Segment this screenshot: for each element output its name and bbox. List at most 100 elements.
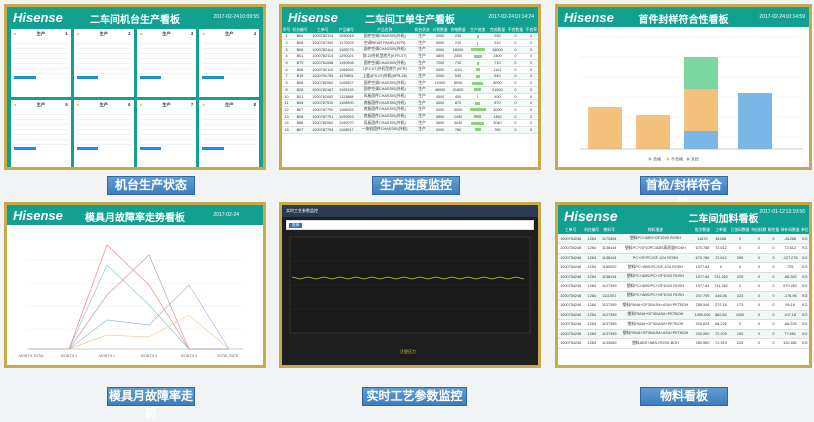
table-cell: 1000761008 [309, 59, 337, 67]
table-cell: 48000 [431, 86, 450, 94]
progress-bar [475, 68, 480, 72]
table-cell: 16000 [449, 46, 468, 54]
table-row[interactable]: 8 B08 1000782062 1105927 固件空调CHASSIS(外机) 生产 12… [282, 79, 538, 87]
panel-mold-failure-trend[interactable]: Hisense 模具月故障率走势看板 2017-02-24 MONTH TOTA… [4, 202, 266, 368]
table-cell: 0 [767, 300, 780, 311]
table-cell: 0 [767, 234, 780, 244]
table-cell: 258.946 [692, 300, 713, 311]
table-cell: KG [800, 243, 809, 254]
table-cell: B88 [291, 119, 310, 128]
table-row[interactable]: 1000754246 1284 1133069 塑料ABS+ABS-ROSH-BOH 2… [558, 338, 809, 349]
caption-mold-trend: 模具月故障率走势 [107, 387, 195, 420]
table-row[interactable]: 1000754246 1284 1127399 塑料PANA+GF30/ASA+ASA… [558, 300, 809, 311]
machine-card[interactable]: ● 生产 2 [73, 29, 134, 97]
machine-card[interactable]: ● 生产 1 [11, 29, 71, 97]
table-row[interactable]: 10 B21 1000782062 1113888 风板固件CHASSIS(外机) 生产 4… [282, 93, 538, 101]
table-cell: 0 [524, 119, 538, 128]
panel-production-progress[interactable]: Hisense 二车间工单生产看板 2017-02-24 10:14:24 序号… [279, 4, 541, 170]
table-cell: 1190908 [336, 59, 357, 67]
table-cell: 1000787390 [309, 39, 337, 47]
table-row[interactable]: 7 B19 1000791753 1170891 上盖/(FX-07)外机(KFR-26… [282, 73, 538, 81]
table-cell: 1284 [583, 243, 601, 254]
table-cell: 1090.000 [692, 310, 713, 320]
panel-date: 2017-02-24 [213, 212, 239, 218]
panel-machine-status[interactable]: Hisense 二车间机台生产看板 2017-02-24 10:09:55 ● 生… [4, 4, 266, 170]
table-cell: 生产 [413, 53, 432, 61]
table-cell: 1450 [449, 113, 468, 121]
table-row[interactable]: 1000754246 1284 1137399 塑料PANA+GF30/ASA+PET… [558, 319, 809, 330]
machine-card[interactable]: ● 生产 5 [11, 100, 71, 167]
table-cell: KG [800, 281, 809, 292]
query-button[interactable]: 查询 [289, 223, 303, 228]
table-cell: 0 [750, 300, 768, 311]
table-row[interactable]: 5 B79 1000761008 1190908 固件空调CHASSIS(外机) 生产 72… [282, 59, 538, 67]
table-row[interactable]: 2 B08 1000787390 1172003 空调REAR PANEL(KFR) 生产… [282, 39, 538, 47]
column-header: 机台状态 [413, 27, 432, 33]
machine-card[interactable]: ● 生产 6 [73, 100, 134, 167]
table-row[interactable]: 1000754246 1284 1127399 塑料PC+ABS/PC+GF10V0 … [558, 281, 809, 292]
machine-status: 生产 [99, 102, 108, 107]
table-cell: 1137399 [600, 319, 619, 330]
table-row[interactable]: 1000754246 1284 1138144 PC+GF/PC/GF-10V ROS… [558, 253, 809, 263]
table-cell: 0 [524, 126, 538, 134]
progress-cell [467, 53, 489, 61]
table-row[interactable]: 1000754246 1284 1138144 塑料PC+ABS/PC+GF10V0 … [558, 272, 809, 282]
table-row[interactable]: 15 B07 1000787793 1108917 一体机固件CHASSIS(外机) 生产… [282, 126, 538, 134]
panel-date: 2017-02-24 [488, 14, 514, 20]
table-cell: 0 [506, 106, 525, 114]
table-row[interactable]: 1 B04 1000782114 1290019 固件空调CHASSIS(外机) 生产 20… [282, 33, 538, 41]
table-cell: 72.612 [712, 243, 730, 254]
panel-material-board[interactable]: Hisense 二车间加料看板 2017-01-12 13:19:56 工单号机… [555, 202, 812, 368]
table-row[interactable]: 13 B08 1000787791 1190053 底板固件CHASSIS(外机) 生产 3… [282, 113, 538, 121]
table-cell: 0 [750, 272, 768, 282]
table-row[interactable]: 1000754246 1284 1111001 塑料PC+ABS/PC+GF10V0 … [558, 291, 809, 301]
table-row[interactable]: 4 B01 1000782114 1290021 前-20外机型底片(KFR-07) 生产… [282, 53, 538, 61]
table-row[interactable]: 1000754246 1284 1127399 塑料PANA+GF30/ASA+PET… [558, 310, 809, 320]
machine-card[interactable]: ● 生产 8 [199, 100, 259, 167]
machine-card[interactable]: ● 生产 4 [199, 29, 259, 97]
table-row[interactable]: 1000754246 1284 1137399 塑料PANA+GF30/ASA+ASA… [558, 329, 809, 339]
table-cell: 0 [729, 319, 751, 330]
table-cell: -176.96 [779, 291, 801, 301]
table-cell: 塑料PANA+GF30/ASA+ASA+PETBOH [618, 329, 693, 339]
table-cell: 1000754246 [558, 291, 584, 301]
table-cell: 272.18 [712, 300, 730, 311]
machine-card[interactable]: ● 生产 7 [136, 100, 197, 167]
table-row[interactable]: 1000754246 1284 1138144 塑料PC+GF10PC/ABS高质量R… [558, 243, 809, 254]
panel-time: 13:19:56 [785, 209, 805, 215]
table-row[interactable]: 9 B28 1000782167 1105193 固件空调CHASSIS(外机) 生产 48… [282, 86, 538, 94]
table-cell: KG [800, 253, 809, 263]
table-cell: 塑料PANA+GF30/ASA+ASA+PETBOH [618, 300, 693, 311]
table-cell: 1172003 [336, 39, 357, 47]
column-header: 物料描述 [618, 227, 693, 234]
work-order-table: 序号 机台编号 工单号 产品编号 产品名称 机台状态 计划数量 合格数量 生产进度 完成数量 不良数… [282, 27, 538, 134]
table-row[interactable]: 1000754246 1284 1180022 塑料PC+ABS/PC/GF-10V … [558, 262, 809, 273]
machine-card[interactable]: ● 生产 3 [136, 29, 197, 97]
table-row[interactable]: 12 B07 1000787790 1106053 底板固件CHASSIS(外机) 生产 3… [282, 106, 538, 114]
status-icon: ● [76, 102, 80, 107]
table-cell: 底板固件CHASSIS(外机) [356, 113, 414, 121]
table-cell: 1000754246 [558, 329, 584, 339]
table-cell: 0 [506, 39, 525, 47]
panel-first-article-compliance[interactable]: Hisense 首件封样符合性看板 2017-02-24 10:14:59 合格… [555, 4, 812, 170]
filter-bar[interactable]: 查询 [286, 220, 534, 230]
table-row[interactable]: 1000754246 1284 1172694 塑料PC+ABS+GF10V0 ROS… [558, 234, 809, 244]
table-cell: 12000 [431, 79, 450, 87]
bar-segment [636, 115, 670, 149]
table-cell: 2000 [431, 73, 450, 81]
panel-date: 2017-02-24 [759, 14, 785, 20]
table-row[interactable]: 14 B88 1000782062 1190070 风板固件CHASSIS(外机) 生产 3… [282, 119, 538, 128]
table-cell: 1284 [583, 234, 601, 244]
table-row[interactable]: 3 B06 1000782114 1105279 固件空调CHASSIS(外机) 生产 20… [282, 46, 538, 54]
table-cell: 230 [488, 33, 507, 41]
table-cell: 0 [506, 59, 525, 67]
x-label: MONTH 4 [181, 354, 197, 358]
table-cell: 1000791753 [309, 73, 337, 81]
panel-process-params[interactable]: 实时工艺参数监控 查询 注塑压力 [279, 202, 541, 368]
table-cell: 2000 [431, 126, 450, 134]
table-row[interactable]: 6 B08 1000782115 1154062 1(FX-07)外机型底片(KFR) 生… [282, 66, 538, 74]
table-row[interactable]: 11 B08 1000787510 1108900 底板固件CHASSIS(外机) 生产 3… [282, 99, 538, 108]
table-cell: 400 [488, 93, 507, 101]
progress-cell [467, 66, 489, 74]
table-cell: 1000787510 [309, 99, 337, 108]
